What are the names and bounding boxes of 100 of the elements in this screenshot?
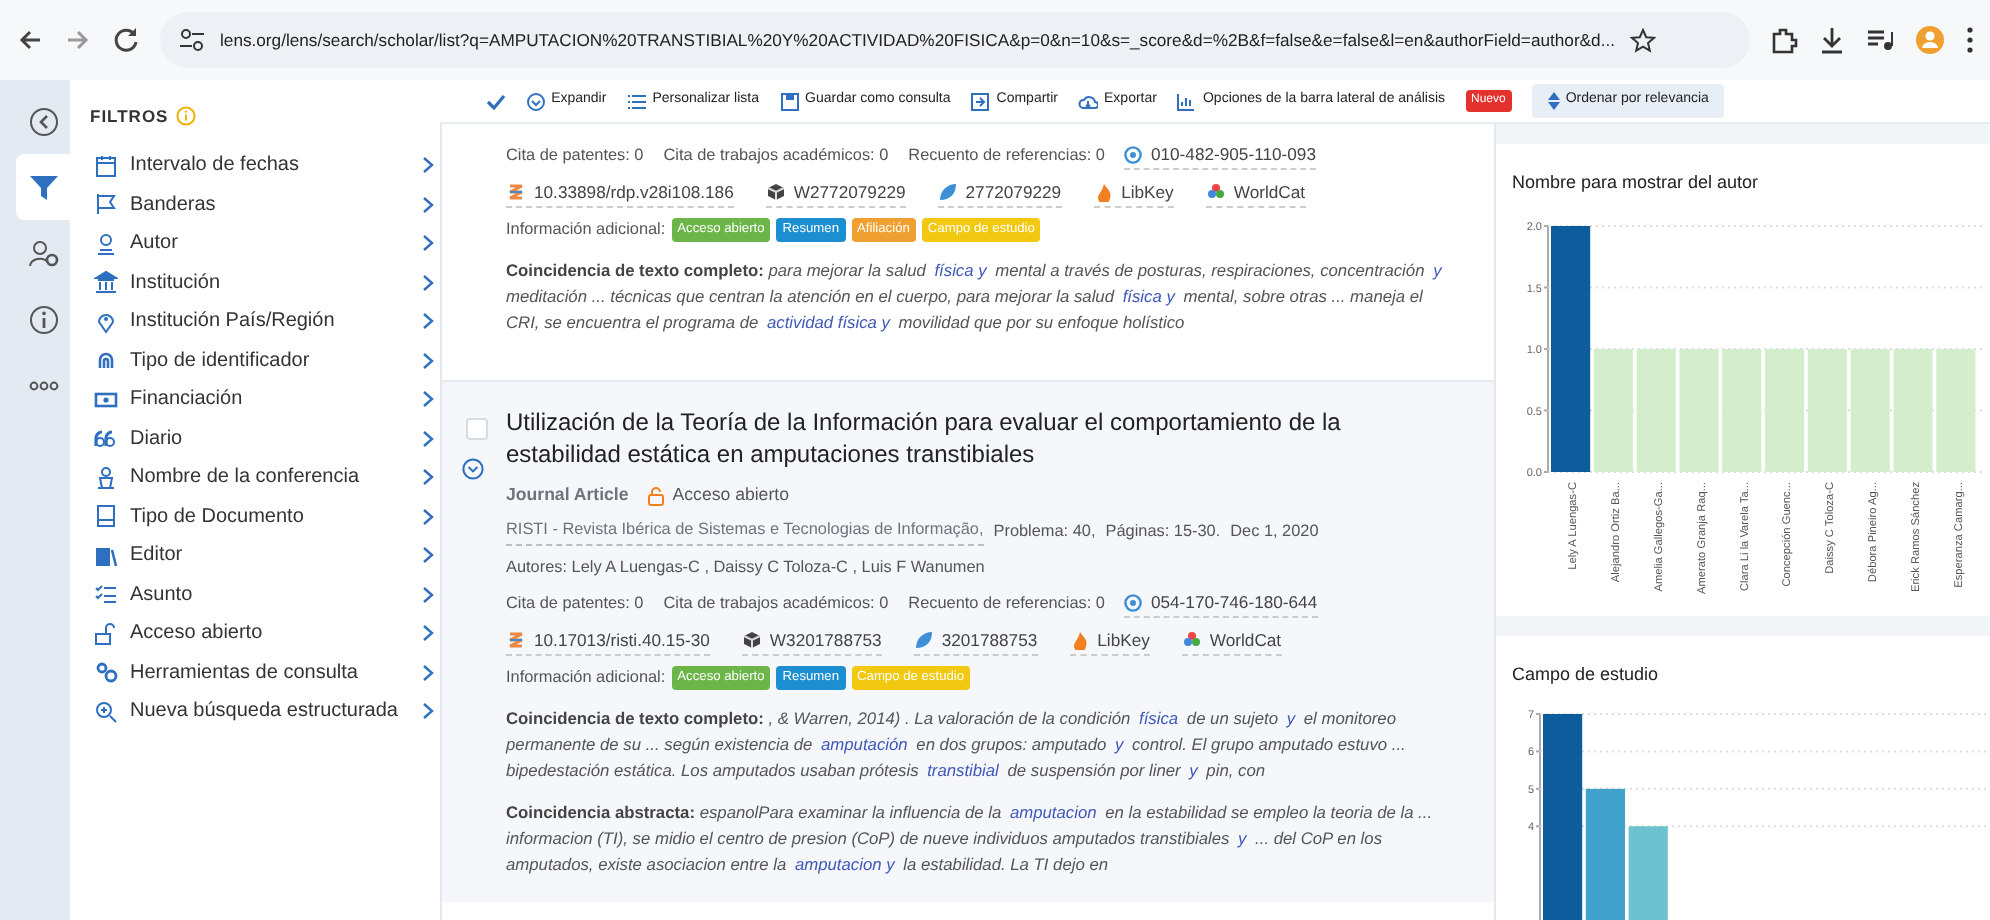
lens-id-link[interactable]: 054-170-746-180-644 (1124, 589, 1318, 618)
identifier-link[interactable]: LibKey (1069, 627, 1150, 656)
publisher-icon (94, 543, 118, 567)
bar-chart-icon (1176, 91, 1197, 111)
menu-icon[interactable] (1966, 26, 1974, 54)
identifier-link[interactable]: 10.17013/risti.40.15-30 (506, 627, 710, 656)
citation-count: Cita de trabajos académicos: 0 (663, 591, 889, 616)
filter-icon[interactable] (27, 171, 59, 203)
extensions-icon[interactable] (1770, 26, 1798, 54)
chevron-right-icon (422, 624, 434, 642)
cube-icon (741, 630, 762, 651)
citation-count: Cita de patentes: 0 (506, 591, 644, 616)
forward-icon[interactable] (64, 26, 92, 54)
leaf-icon (913, 630, 934, 651)
stripes-icon (506, 630, 526, 651)
filter-item[interactable]: Tipo de Documento (90, 496, 434, 536)
chevron-right-icon (422, 546, 434, 564)
site-settings-icon[interactable] (180, 28, 204, 52)
filter-item[interactable]: Banderas (90, 184, 434, 224)
filter-item[interactable]: Institución (90, 262, 434, 302)
chevron-right-icon (422, 585, 434, 603)
chevron-right-icon (422, 702, 434, 720)
chevron-right-icon (422, 234, 434, 252)
journal-link[interactable]: RISTI - Revista Ibérica de Sistemas e Tecnologias de Informação, (506, 518, 984, 546)
filter-item[interactable]: Asunto (90, 574, 434, 614)
document-type: Journal Article (506, 482, 629, 509)
user-settings-icon[interactable] (27, 237, 59, 269)
chevron-right-icon (422, 156, 434, 174)
document-icon (94, 504, 118, 528)
list-icon (94, 582, 118, 606)
filter-item[interactable]: Financiación (90, 379, 434, 419)
sort-icon (1547, 92, 1560, 110)
podium-icon (94, 465, 118, 489)
building-icon (94, 270, 118, 294)
filter-item[interactable]: Acceso abierto (90, 613, 434, 653)
gears-icon (94, 660, 118, 684)
filter-item[interactable]: Intervalo de fechas (90, 145, 434, 185)
zoom-in-icon (94, 699, 118, 723)
info-label: Información adicional: (506, 217, 666, 242)
chevron-right-icon (422, 273, 434, 291)
identifier-link[interactable]: 10.33898/rdp.v28i108.186 (506, 179, 734, 208)
address-field[interactable]: lens.org/lens/search/scholar/list?q=AMPUTACION%20TRANSTIBIAL%20Y%20ACTIVIDAD%20FISICA&p=0&n=10&s=_score&d=%2B&f=false&e=false&l=en&authorField=author&d... (160, 12, 1750, 68)
identifier-link[interactable]: WorldCat (1205, 179, 1306, 208)
identifier-link[interactable]: LibKey (1093, 179, 1174, 208)
identifier-link[interactable]: W3201788753 (741, 627, 882, 656)
filter-item[interactable]: Editor (90, 535, 434, 575)
collapse-icon[interactable] (27, 105, 59, 137)
chevron-right-icon (422, 195, 434, 213)
list-icon (626, 91, 647, 111)
filter-item[interactable]: Diario (90, 418, 434, 458)
open-access-label: Acceso abierto (672, 482, 789, 509)
save-icon (779, 91, 800, 111)
bar[interactable] (1551, 225, 1591, 472)
expand-icon[interactable] (462, 458, 484, 481)
stripes-icon (506, 182, 526, 203)
flame-icon (1069, 630, 1090, 651)
filters-heading: FILTROS (90, 104, 169, 130)
lens-icon (1124, 593, 1143, 612)
citation-count: Recuento de referencias: 0 (908, 143, 1105, 168)
reload-icon[interactable] (112, 26, 140, 54)
lens-icon (1124, 145, 1143, 164)
flame-icon (1093, 182, 1114, 203)
filter-item[interactable]: Herramientas de consulta (90, 652, 434, 692)
publication-detail: Dec 1, 2020 (1230, 519, 1319, 544)
chart-title: Campo de estudio (1510, 661, 1661, 686)
chevron-right-icon (422, 468, 434, 486)
publication-detail: Páginas: 15-30. (1105, 519, 1221, 544)
select-checkbox[interactable] (466, 418, 488, 441)
back-icon[interactable] (16, 26, 44, 54)
result-title[interactable]: Utilización de la Teoría de la Información para evaluar el comportamiento de la estabilidad estática en amputaciones transtibiales (506, 406, 1446, 471)
leaf-icon (937, 182, 958, 203)
filter-item[interactable]: Tipo de identificador (90, 340, 434, 380)
flag-icon (94, 192, 118, 216)
lens-id-link[interactable]: 010-482-905-110-093 (1124, 142, 1316, 170)
filter-item[interactable]: Nueva búsqueda estructurada (90, 691, 434, 731)
filter-item[interactable]: Institución País/Región (90, 301, 434, 341)
star-icon[interactable] (1630, 27, 1657, 53)
filter-item[interactable]: Autor (90, 223, 434, 263)
info-label: Información adicional: (506, 665, 666, 690)
citation-count: Cita de patentes: 0 (506, 143, 644, 168)
identifier-link[interactable]: WorldCat (1181, 627, 1282, 656)
match-snippet: Coincidencia abstracta: espanolPara examinar la influencia de la amputacion en la estabilidad se empleo la teoria de la ... informacion (TI), se midio el centro de presion (CoP) de nueve individuos amputados transtibiales y ... del CoP en los amputados, existe asociacion entre la amputacion y la estabilidad. La TI dejo en (506, 799, 1435, 878)
citation-count: Recuento de referencias: 0 (908, 591, 1105, 616)
cube-icon (765, 182, 786, 203)
chevron-right-icon (422, 429, 434, 447)
filter-item[interactable]: Nombre de la conferencia (90, 457, 434, 497)
fingerprint-icon (94, 348, 118, 372)
download-icon[interactable] (1818, 26, 1846, 54)
identifier-link[interactable]: W2772079229 (765, 179, 906, 208)
unlock-icon (94, 621, 118, 645)
info-icon[interactable] (27, 303, 59, 335)
chevron-right-icon (422, 351, 434, 369)
share-icon (970, 91, 991, 111)
chart-title: Nombre para mostrar del autor (1510, 170, 1761, 194)
identifier-link[interactable]: 2772079229 (937, 179, 1062, 208)
check-icon[interactable] (485, 91, 506, 111)
bar[interactable] (1543, 713, 1583, 920)
identifier-link[interactable]: 3201788753 (913, 627, 1038, 656)
unlock-icon (648, 485, 665, 506)
media-icon[interactable] (1866, 26, 1894, 54)
